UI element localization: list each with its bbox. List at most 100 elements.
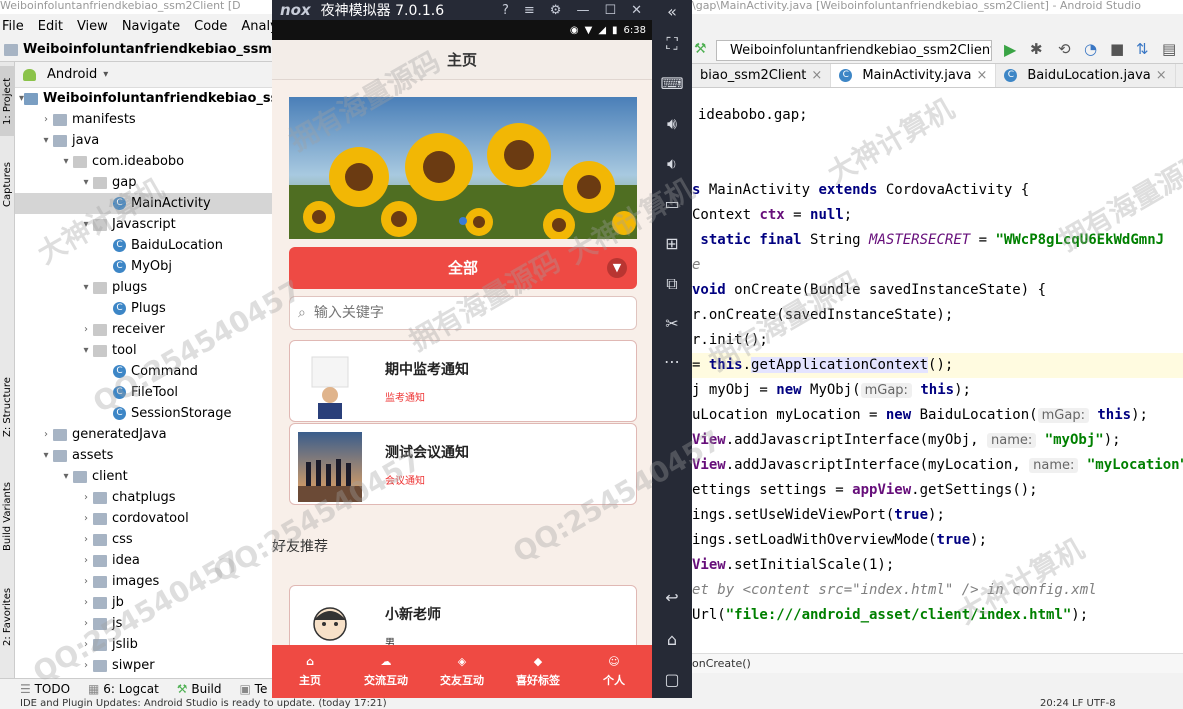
editor-tab[interactable]: C MainActivity.java × [831,64,997,87]
tree-node[interactable]: › idea [15,550,272,571]
tree-node[interactable]: C BaiduLocation [15,235,272,256]
code-editor[interactable]: ideabobo.gap; s MainActivity extends Cord… [692,88,1183,653]
apk-install-icon[interactable]: ⊞ [660,232,684,256]
editor-tab[interactable]: C BaiduLocation.java × [996,64,1176,87]
tree-node[interactable]: ▾ gap [15,172,272,193]
chevron-right-icon[interactable]: › [39,429,53,440]
volume-up-icon[interactable]: 🔊︎ [660,112,684,136]
stop-icon[interactable]: ■ [1110,40,1124,58]
tree-node[interactable]: C Command [15,361,272,382]
tree-node[interactable]: ▾ plugs [15,277,272,298]
collapse-icon[interactable]: « [660,0,684,24]
tool-build[interactable]: ⚒ Build [177,682,222,696]
tree-node[interactable]: C FileTool [15,382,272,403]
tree-node[interactable]: ▾ java [15,130,272,151]
menu-file[interactable]: File [2,19,24,34]
scissors-icon[interactable]: ✂ [660,312,684,336]
profiler-icon[interactable]: ◔ [1084,40,1097,58]
chevron-down-icon[interactable]: ▾ [79,177,93,188]
tab-captures[interactable]: Captures [0,157,15,213]
banner-image[interactable] [289,97,637,239]
tree-node[interactable]: ▾ Javascript [15,214,272,235]
tree-node[interactable]: › manifests [15,109,272,130]
notice-card[interactable]: 期中监考通知 监考通知 [289,340,637,422]
back-icon[interactable]: ↩ [660,586,684,610]
help-icon[interactable]: ? [502,3,509,18]
chevron-right-icon[interactable]: › [79,660,93,671]
chevron-down-icon[interactable]: ▾ [59,156,73,167]
tab-profile[interactable]: ☺ 个人 [576,645,652,698]
chevron-down-icon[interactable]: ▾ [39,450,53,461]
maximize-icon[interactable]: ☐ [604,3,616,18]
tab-build-variants[interactable]: Build Variants [0,472,15,562]
keyboard-icon[interactable]: ⌨ [660,72,684,96]
menu-icon[interactable]: ≡ [524,3,535,18]
project-view-selector[interactable]: Android ▾ [15,62,272,88]
chevron-down-icon[interactable]: ▾ [39,135,53,146]
chevron-right-icon[interactable]: › [79,492,93,503]
tree-node[interactable]: ▾ client [15,466,272,487]
tab-structure[interactable]: Z: Structure [0,372,15,442]
home-icon[interactable]: ⌂ [660,628,684,652]
tree-node[interactable]: › js [15,613,272,634]
tab-friends[interactable]: ◈ 交友互动 [424,645,500,698]
chevron-down-icon[interactable]: ▾ [79,282,93,293]
settings-icon[interactable]: ⚙ [550,3,562,18]
tab-home[interactable]: ⌂ 主页 [272,645,348,698]
tab-project[interactable]: 1: Project [0,66,15,136]
chevron-right-icon[interactable]: › [79,534,93,545]
chevron-right-icon[interactable]: › [79,324,93,335]
status-message[interactable]: IDE and Plugin Updates: Android Studio i… [20,698,387,709]
run-config-select[interactable]: Weiboinfoluntanfriendkebiao_ssm2Client ▾ [716,40,992,61]
tab-favorites[interactable]: 2: Favorites [0,582,15,652]
tree-node[interactable]: C SessionStorage [15,403,272,424]
tree-node[interactable]: › siwper [15,655,272,676]
volume-down-icon[interactable]: 🔉︎ [660,152,684,176]
tree-node[interactable]: ▾Weiboinfoluntanfriendkebiao_ssm2 [15,88,272,109]
tool-todo[interactable]: ☰ TODO [20,682,70,696]
tree-node[interactable]: C Plugs [15,298,272,319]
tree-node[interactable]: › cordovatool [15,508,272,529]
minimize-icon[interactable]: — [576,3,589,18]
close-icon[interactable]: ✕ [631,3,642,18]
tree-node[interactable]: › generatedJava [15,424,272,445]
chevron-right-icon[interactable]: › [79,639,93,650]
tool-logcat[interactable]: ▦ 6: Logcat [88,682,159,696]
run-icon[interactable]: ▶ [1004,40,1016,59]
notice-card[interactable]: 测试会议通知 会议通知 [289,423,637,505]
chevron-down-icon[interactable]: ▾ [59,471,73,482]
chevron-right-icon[interactable]: › [39,114,53,125]
close-tab-icon[interactable]: × [976,68,987,83]
tree-node[interactable]: ▾ tool [15,340,272,361]
tree-node[interactable]: ▾ assets [15,445,272,466]
chevron-right-icon[interactable]: › [79,576,93,587]
tool-terminal[interactable]: ▣ Te [240,682,268,696]
chevron-right-icon[interactable]: › [79,618,93,629]
multi-instance-icon[interactable]: ⧉ [660,272,684,296]
menu-navigate[interactable]: Navigate [122,19,180,34]
tree-node[interactable]: › css [15,529,272,550]
tree-node[interactable]: › jslib [15,634,272,655]
chevron-down-icon[interactable]: ▾ [79,219,93,230]
tab-interaction[interactable]: ☁ 交流互动 [348,645,424,698]
recent-apps-icon[interactable]: ▢ [660,668,684,692]
make-icon[interactable]: ⚒ [694,41,707,57]
screen-icon[interactable]: ▭ [660,192,684,216]
tree-node[interactable]: › images [15,571,272,592]
tree-node[interactable]: ▾ com.ideabobo [15,151,272,172]
chevron-right-icon[interactable]: › [79,513,93,524]
close-tab-icon[interactable]: × [811,68,822,83]
tree-node[interactable]: › jb [15,592,272,613]
debug-icon[interactable]: ✱ [1030,40,1043,58]
tree-node[interactable]: › chatplugs [15,487,272,508]
sync-icon[interactable]: ⇅ [1136,40,1149,58]
chevron-down-icon[interactable]: ▾ [79,345,93,356]
editor-tab[interactable]: CMyObj.java× [1176,64,1183,87]
sdk-icon[interactable]: ▤ [1162,40,1176,58]
nav-project-name[interactable]: Weiboinfoluntanfriendkebiao_ssm2Client [23,42,272,57]
fullscreen-icon[interactable]: ⛶ [660,32,684,56]
tab-preferences[interactable]: ◆ 喜好标签 [500,645,576,698]
tree-node[interactable]: C MainActivity [15,193,272,214]
menu-code[interactable]: Code [194,19,227,34]
more-icon[interactable]: ⋯ [660,350,684,374]
